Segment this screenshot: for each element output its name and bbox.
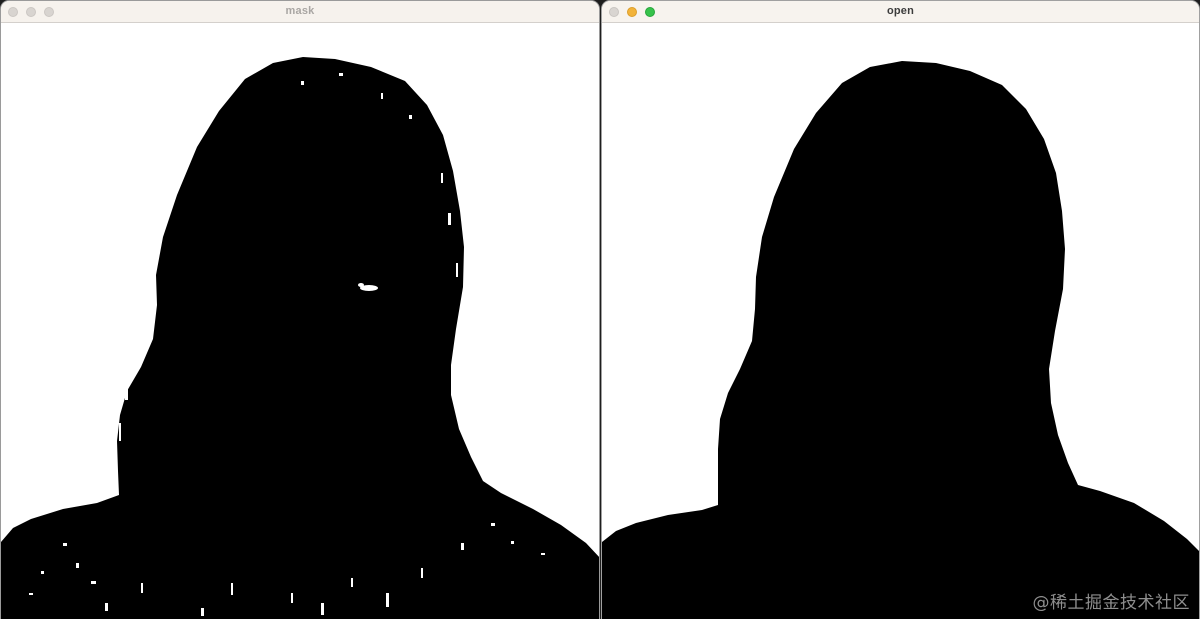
desktop-screen: mask open @稀土掘金技术社区 xyxy=(0,0,1200,619)
window-title: mask xyxy=(285,5,315,17)
mask-window: mask xyxy=(0,0,600,619)
window-title: open xyxy=(886,5,915,17)
mask-image xyxy=(1,23,599,619)
open-silhouette xyxy=(602,61,1199,619)
mask-titlebar[interactable]: mask xyxy=(1,1,599,23)
mask-silhouette xyxy=(1,57,599,619)
watermark-text: @稀土掘金技术社区 xyxy=(1032,593,1190,613)
open-window: open @稀土掘金技术社区 xyxy=(601,0,1200,619)
open-image: @稀土掘金技术社区 xyxy=(602,23,1199,619)
open-titlebar[interactable]: open xyxy=(602,1,1199,23)
